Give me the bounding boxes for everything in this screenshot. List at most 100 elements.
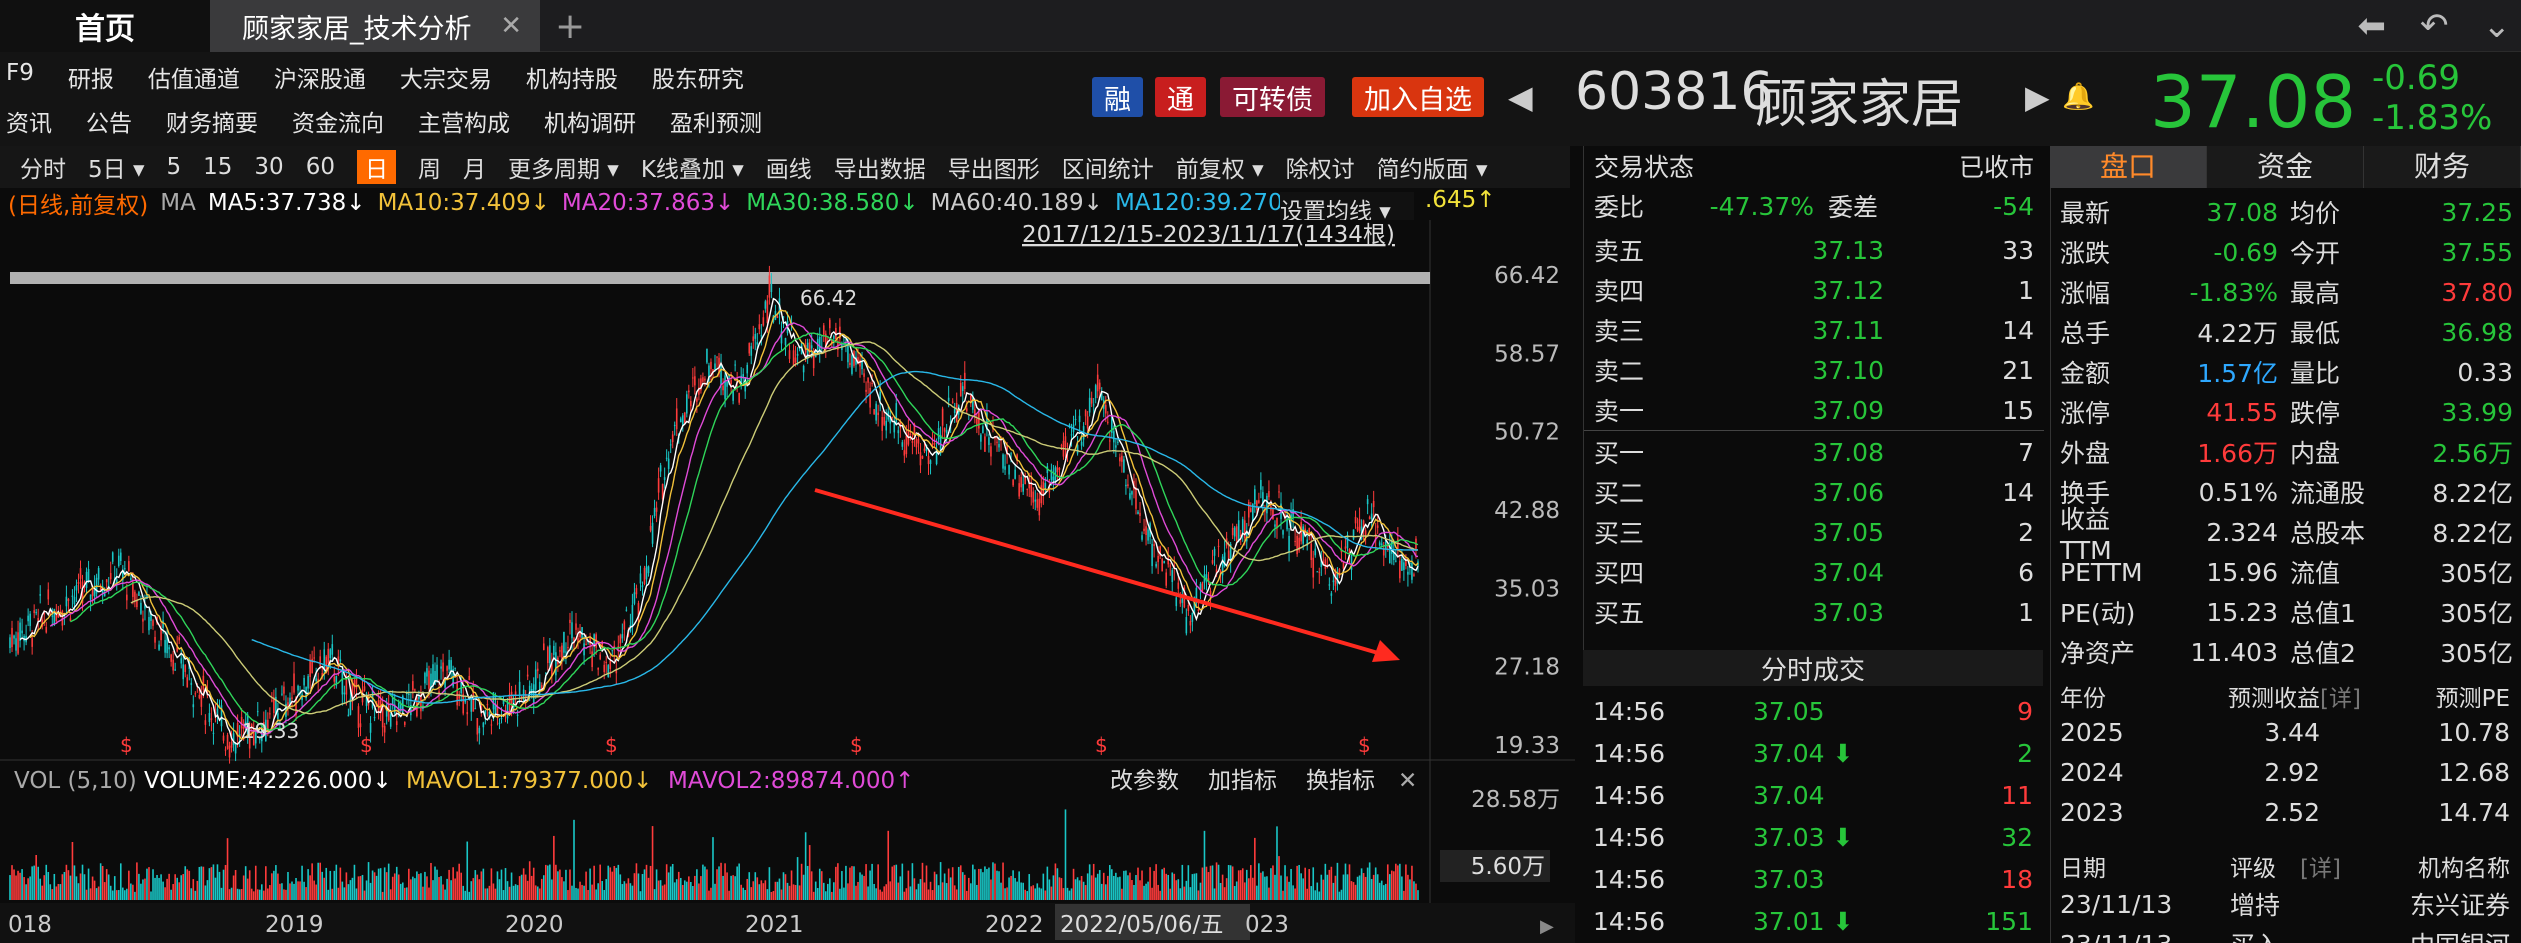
tab-home[interactable]: 首页 (0, 0, 210, 52)
volume-bar (357, 876, 360, 900)
volume-bar (911, 863, 914, 900)
dividend-marker-icon[interactable]: $ (1095, 733, 1108, 757)
trade-row: 14:56 37.03 18 (1593, 858, 2033, 900)
chevron-down-icon[interactable]: ⌄ (2483, 6, 2512, 46)
prev-stock-icon[interactable]: ◀ (1508, 78, 1533, 116)
toolbar-item[interactable]: 前复权 ▾ (1176, 150, 1264, 184)
volume-bar (61, 874, 64, 900)
dividend-marker-icon[interactable]: $ (850, 733, 863, 757)
menu-item[interactable]: F9 (6, 60, 34, 94)
trade-time: 14:56 (1593, 696, 1666, 726)
volume-bar (498, 879, 501, 900)
menu-item[interactable]: 研报 (68, 60, 114, 94)
undo-icon[interactable]: ↶ (2420, 6, 2449, 46)
toolbar-item[interactable]: K线叠加 ▾ (641, 150, 744, 184)
convertible-bond-button[interactable]: 可转债 (1220, 77, 1325, 117)
toolbar-item[interactable]: 月 (463, 150, 486, 184)
add-watchlist-button[interactable]: 加入自选 (1352, 77, 1484, 117)
volume-bar (1207, 872, 1210, 900)
toolbar-item[interactable]: 5 (167, 154, 182, 180)
volume-bar (1094, 877, 1097, 900)
menu-item[interactable]: 财务摘要 (166, 104, 258, 138)
detail-label: 最新 (2060, 199, 2111, 228)
next-stock-icon[interactable]: ▶ (2025, 78, 2050, 116)
close-icon[interactable]: ✕ (500, 11, 522, 41)
dividend-marker-icon[interactable]: $ (360, 733, 373, 757)
menu-item[interactable]: 估值通道 (148, 60, 240, 94)
candle-body (1094, 385, 1097, 399)
dividend-marker-icon[interactable]: $ (1358, 733, 1371, 757)
candle-body (1294, 541, 1296, 543)
kline-chart[interactable]: 2017/12/15-2023/11/17(1434根) 66.42 58.57 50… (0, 220, 1575, 943)
margin-trading-badge[interactable]: 融 (1092, 77, 1143, 117)
forecast-head-cell: [详] (2320, 686, 2361, 712)
detail-tab[interactable]: 财务 (2364, 146, 2521, 188)
back-icon[interactable]: ⬅ (2358, 6, 2387, 46)
toolbar-item[interactable]: 导出数据 (834, 150, 926, 184)
candle-body (567, 647, 569, 649)
toolbar-item[interactable]: 简约版面 ▾ (1377, 150, 1488, 184)
toolbar-item[interactable]: 分时 (20, 150, 66, 184)
volume-bar (124, 890, 126, 900)
menu-item[interactable]: 资金流向 (292, 104, 384, 138)
candle-body (865, 389, 867, 392)
volume-bar (514, 884, 517, 900)
candle-body (1358, 519, 1361, 532)
candle-body (15, 638, 17, 651)
volume-bar (1284, 865, 1286, 900)
toolbar-item[interactable]: 画线 (766, 150, 812, 184)
scroll-right-icon[interactable]: ▶ (1540, 916, 1554, 937)
menu-item[interactable]: 机构持股 (526, 60, 618, 94)
menu-item[interactable]: 主营构成 (418, 104, 510, 138)
toolbar-item[interactable]: 5日 ▾ (88, 150, 145, 184)
volume-bar (710, 887, 712, 900)
toolbar-item[interactable]: 周 (418, 150, 441, 184)
candle-body (226, 734, 229, 749)
volume-action-button[interactable]: 换指标 (1306, 768, 1375, 794)
bell-icon[interactable]: 🔔 (2062, 82, 2094, 112)
toolbar-item[interactable]: 日 (356, 150, 396, 184)
candle-body (31, 638, 33, 647)
menu-item[interactable]: 资讯 (6, 104, 52, 138)
menu-item[interactable]: 机构调研 (544, 104, 636, 138)
toolbar-item[interactable]: 导出图形 (948, 150, 1040, 184)
dividend-marker-icon[interactable]: $ (605, 733, 618, 757)
toolbar-item[interactable]: 60 (306, 154, 335, 180)
candle-body (1139, 512, 1141, 516)
connect-badge[interactable]: 通 (1155, 77, 1206, 117)
volume-bar (980, 868, 982, 900)
candle-body (1163, 561, 1165, 564)
candle-body (1191, 612, 1194, 622)
add-tab-icon[interactable]: + (555, 0, 585, 52)
toolbar-item[interactable]: 更多周期 ▾ (508, 150, 619, 184)
detail-label: PETTM (2060, 557, 2143, 587)
detail-tab[interactable]: 盘口 (2050, 146, 2207, 188)
toolbar-item[interactable]: 15 (203, 154, 232, 180)
toolbar-item[interactable]: 区间统计 (1062, 150, 1154, 184)
menu-item[interactable]: 股东研究 (652, 60, 744, 94)
dividend-marker-icon[interactable]: $ (120, 733, 133, 757)
volume-bar (688, 876, 690, 900)
ma-setting-dropdown[interactable]: 设置均线 ▾ (1280, 192, 1414, 225)
volume-bar (698, 883, 700, 900)
volume-bar (87, 868, 90, 900)
toolbar-item[interactable]: 除权讨 (1286, 150, 1355, 184)
volume-bar (601, 881, 603, 900)
level-volume: 14 (2002, 315, 2034, 345)
candle-body (1098, 382, 1101, 390)
close-icon[interactable]: ✕ (1398, 768, 1417, 794)
volume-action-button[interactable]: 加指标 (1208, 768, 1277, 794)
volume-bar (1308, 869, 1311, 900)
volume-action-button[interactable]: 改参数 (1110, 768, 1179, 794)
menu-item[interactable]: 沪深股通 (274, 60, 366, 94)
level-label: 买三 (1594, 519, 1645, 548)
volume-bar (1113, 875, 1115, 900)
tab-technical-analysis[interactable]: 顾家家居_技术分析 ✕ (210, 0, 540, 52)
detail-tab[interactable]: 资金 (2207, 146, 2364, 188)
menu-item[interactable]: 公告 (86, 104, 132, 138)
candle-body (140, 602, 142, 614)
menu-item[interactable]: 盈利预测 (670, 104, 762, 138)
toolbar-item[interactable]: 30 (254, 154, 283, 180)
candle-body (559, 650, 561, 652)
menu-item[interactable]: 大宗交易 (400, 60, 492, 94)
